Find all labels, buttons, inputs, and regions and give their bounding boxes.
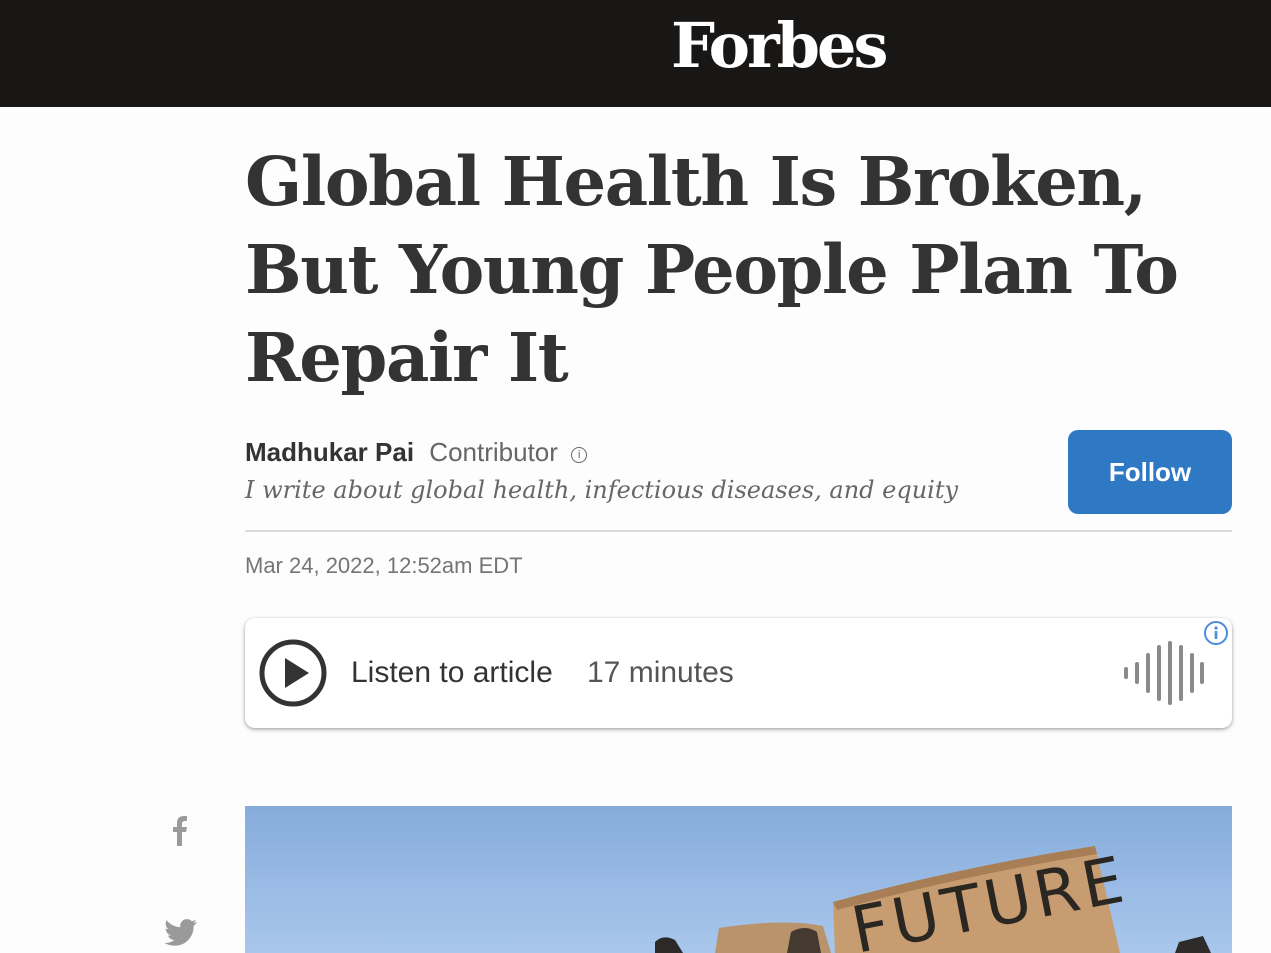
forbes-logo[interactable]: Forbes bbox=[671, 6, 888, 86]
follow-button[interactable]: Follow bbox=[1068, 430, 1232, 514]
play-icon[interactable] bbox=[258, 638, 328, 708]
waveform-icon bbox=[1124, 641, 1204, 705]
info-icon[interactable] bbox=[1203, 620, 1229, 646]
top-bar: Forbes bbox=[0, 0, 1271, 107]
hero-image: FUTURE bbox=[245, 806, 1232, 953]
author-tagline: I write about global health, infectious … bbox=[245, 476, 959, 504]
divider bbox=[245, 530, 1232, 532]
publish-date: Mar 24, 2022, 12:52am EDT bbox=[245, 553, 523, 578]
author-name[interactable]: Madhukar Pai bbox=[245, 437, 414, 467]
listen-label: Listen to article bbox=[351, 656, 553, 689]
author-role: Contributor bbox=[429, 437, 558, 467]
facebook-icon[interactable] bbox=[166, 812, 196, 850]
article-title: Global Health Is Broken, But Young Peopl… bbox=[245, 142, 1179, 397]
listen-duration: 17 minutes bbox=[587, 656, 734, 689]
info-icon[interactable]: i bbox=[571, 447, 588, 463]
twitter-icon[interactable] bbox=[164, 918, 198, 948]
listen-to-article-card[interactable]: Listen to article 17 minutes bbox=[245, 618, 1232, 728]
byline: Madhukar Pai Contributor i bbox=[245, 436, 588, 468]
